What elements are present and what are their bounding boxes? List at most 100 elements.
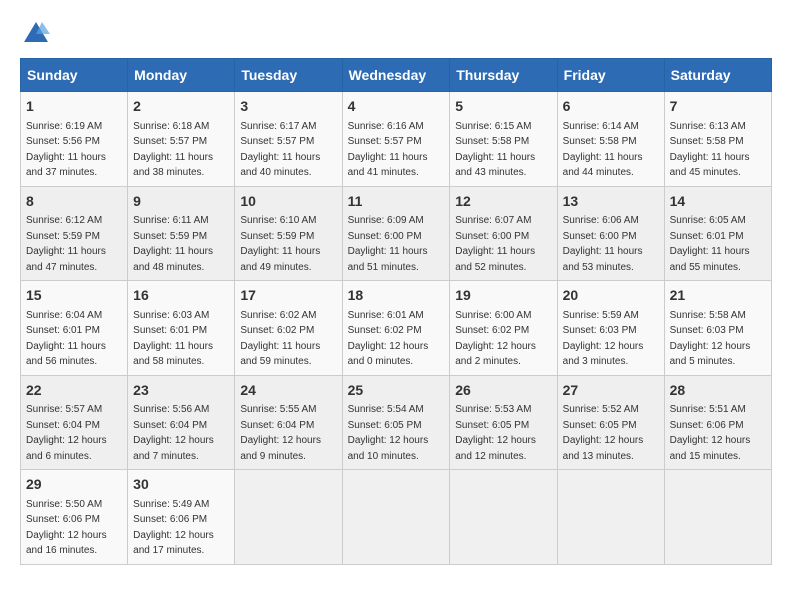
day-number: 15 [26, 286, 122, 306]
calendar-day-cell [450, 470, 557, 565]
day-info: Sunrise: 5:56 AMSunset: 6:04 PMDaylight:… [133, 404, 214, 462]
calendar-day-cell: 8 Sunrise: 6:12 AMSunset: 5:59 PMDayligh… [21, 186, 128, 281]
day-info: Sunrise: 6:12 AMSunset: 5:59 PMDaylight:… [26, 215, 106, 273]
day-info: Sunrise: 6:19 AMSunset: 5:56 PMDaylight:… [26, 121, 106, 179]
day-info: Sunrise: 5:52 AMSunset: 6:05 PMDaylight:… [563, 404, 644, 462]
day-info: Sunrise: 6:05 AMSunset: 6:01 PMDaylight:… [670, 215, 750, 273]
day-number: 23 [133, 381, 229, 401]
calendar-day-cell: 26 Sunrise: 5:53 AMSunset: 6:05 PMDaylig… [450, 375, 557, 470]
calendar-day-cell: 30 Sunrise: 5:49 AMSunset: 6:06 PMDaylig… [128, 470, 235, 565]
weekday-header-friday: Friday [557, 59, 664, 92]
calendar-day-cell: 1 Sunrise: 6:19 AMSunset: 5:56 PMDayligh… [21, 92, 128, 187]
day-info: Sunrise: 6:07 AMSunset: 6:00 PMDaylight:… [455, 215, 535, 273]
day-number: 28 [670, 381, 766, 401]
day-info: Sunrise: 5:54 AMSunset: 6:05 PMDaylight:… [348, 404, 429, 462]
day-info: Sunrise: 5:55 AMSunset: 6:04 PMDaylight:… [240, 404, 321, 462]
calendar-day-cell: 2 Sunrise: 6:18 AMSunset: 5:57 PMDayligh… [128, 92, 235, 187]
day-info: Sunrise: 5:58 AMSunset: 6:03 PMDaylight:… [670, 310, 751, 368]
calendar-day-cell: 13 Sunrise: 6:06 AMSunset: 6:00 PMDaylig… [557, 186, 664, 281]
day-info: Sunrise: 6:14 AMSunset: 5:58 PMDaylight:… [563, 121, 643, 179]
calendar-day-cell: 17 Sunrise: 6:02 AMSunset: 6:02 PMDaylig… [235, 281, 342, 376]
day-number: 18 [348, 286, 445, 306]
calendar-day-cell: 29 Sunrise: 5:50 AMSunset: 6:06 PMDaylig… [21, 470, 128, 565]
day-number: 6 [563, 97, 659, 117]
calendar-day-cell: 12 Sunrise: 6:07 AMSunset: 6:00 PMDaylig… [450, 186, 557, 281]
day-number: 16 [133, 286, 229, 306]
calendar-week-row: 29 Sunrise: 5:50 AMSunset: 6:06 PMDaylig… [21, 470, 772, 565]
day-info: Sunrise: 6:04 AMSunset: 6:01 PMDaylight:… [26, 310, 106, 368]
day-number: 9 [133, 192, 229, 212]
calendar-day-cell: 3 Sunrise: 6:17 AMSunset: 5:57 PMDayligh… [235, 92, 342, 187]
day-number: 21 [670, 286, 766, 306]
day-number: 1 [26, 97, 122, 117]
day-info: Sunrise: 6:13 AMSunset: 5:58 PMDaylight:… [670, 121, 750, 179]
calendar-day-cell: 15 Sunrise: 6:04 AMSunset: 6:01 PMDaylig… [21, 281, 128, 376]
weekday-header-thursday: Thursday [450, 59, 557, 92]
day-number: 12 [455, 192, 551, 212]
calendar-day-cell: 11 Sunrise: 6:09 AMSunset: 6:00 PMDaylig… [342, 186, 450, 281]
day-number: 4 [348, 97, 445, 117]
calendar-day-cell [664, 470, 771, 565]
calendar-header-row: SundayMondayTuesdayWednesdayThursdayFrid… [21, 59, 772, 92]
day-info: Sunrise: 5:59 AMSunset: 6:03 PMDaylight:… [563, 310, 644, 368]
day-number: 5 [455, 97, 551, 117]
day-number: 7 [670, 97, 766, 117]
calendar-day-cell: 10 Sunrise: 6:10 AMSunset: 5:59 PMDaylig… [235, 186, 342, 281]
day-info: Sunrise: 6:11 AMSunset: 5:59 PMDaylight:… [133, 215, 213, 273]
calendar-day-cell: 9 Sunrise: 6:11 AMSunset: 5:59 PMDayligh… [128, 186, 235, 281]
day-info: Sunrise: 6:02 AMSunset: 6:02 PMDaylight:… [240, 310, 320, 368]
calendar-day-cell: 23 Sunrise: 5:56 AMSunset: 6:04 PMDaylig… [128, 375, 235, 470]
day-info: Sunrise: 5:50 AMSunset: 6:06 PMDaylight:… [26, 499, 107, 557]
calendar-week-row: 22 Sunrise: 5:57 AMSunset: 6:04 PMDaylig… [21, 375, 772, 470]
day-info: Sunrise: 5:57 AMSunset: 6:04 PMDaylight:… [26, 404, 107, 462]
day-info: Sunrise: 6:06 AMSunset: 6:00 PMDaylight:… [563, 215, 643, 273]
calendar-day-cell: 4 Sunrise: 6:16 AMSunset: 5:57 PMDayligh… [342, 92, 450, 187]
day-info: Sunrise: 6:10 AMSunset: 5:59 PMDaylight:… [240, 215, 320, 273]
day-info: Sunrise: 6:09 AMSunset: 6:00 PMDaylight:… [348, 215, 428, 273]
day-info: Sunrise: 6:00 AMSunset: 6:02 PMDaylight:… [455, 310, 536, 368]
day-info: Sunrise: 5:53 AMSunset: 6:05 PMDaylight:… [455, 404, 536, 462]
day-number: 3 [240, 97, 336, 117]
day-number: 11 [348, 192, 445, 212]
calendar-week-row: 8 Sunrise: 6:12 AMSunset: 5:59 PMDayligh… [21, 186, 772, 281]
day-info: Sunrise: 6:18 AMSunset: 5:57 PMDaylight:… [133, 121, 213, 179]
calendar-day-cell: 5 Sunrise: 6:15 AMSunset: 5:58 PMDayligh… [450, 92, 557, 187]
day-number: 25 [348, 381, 445, 401]
logo [20, 20, 50, 48]
calendar-day-cell: 25 Sunrise: 5:54 AMSunset: 6:05 PMDaylig… [342, 375, 450, 470]
calendar-week-row: 1 Sunrise: 6:19 AMSunset: 5:56 PMDayligh… [21, 92, 772, 187]
day-number: 29 [26, 475, 122, 495]
day-number: 22 [26, 381, 122, 401]
calendar-table: SundayMondayTuesdayWednesdayThursdayFrid… [20, 58, 772, 565]
weekday-header-sunday: Sunday [21, 59, 128, 92]
day-info: Sunrise: 5:51 AMSunset: 6:06 PMDaylight:… [670, 404, 751, 462]
calendar-day-cell: 7 Sunrise: 6:13 AMSunset: 5:58 PMDayligh… [664, 92, 771, 187]
day-number: 13 [563, 192, 659, 212]
calendar-day-cell: 16 Sunrise: 6:03 AMSunset: 6:01 PMDaylig… [128, 281, 235, 376]
calendar-week-row: 15 Sunrise: 6:04 AMSunset: 6:01 PMDaylig… [21, 281, 772, 376]
day-number: 14 [670, 192, 766, 212]
day-info: Sunrise: 6:17 AMSunset: 5:57 PMDaylight:… [240, 121, 320, 179]
day-info: Sunrise: 6:01 AMSunset: 6:02 PMDaylight:… [348, 310, 429, 368]
day-number: 8 [26, 192, 122, 212]
day-info: Sunrise: 5:49 AMSunset: 6:06 PMDaylight:… [133, 499, 214, 557]
day-number: 10 [240, 192, 336, 212]
day-info: Sunrise: 6:16 AMSunset: 5:57 PMDaylight:… [348, 121, 428, 179]
day-number: 19 [455, 286, 551, 306]
calendar-day-cell [235, 470, 342, 565]
day-number: 30 [133, 475, 229, 495]
calendar-day-cell [557, 470, 664, 565]
day-number: 27 [563, 381, 659, 401]
day-info: Sunrise: 6:03 AMSunset: 6:01 PMDaylight:… [133, 310, 213, 368]
calendar-day-cell: 24 Sunrise: 5:55 AMSunset: 6:04 PMDaylig… [235, 375, 342, 470]
calendar-day-cell: 27 Sunrise: 5:52 AMSunset: 6:05 PMDaylig… [557, 375, 664, 470]
calendar-day-cell: 14 Sunrise: 6:05 AMSunset: 6:01 PMDaylig… [664, 186, 771, 281]
page-header [20, 20, 772, 48]
calendar-day-cell: 6 Sunrise: 6:14 AMSunset: 5:58 PMDayligh… [557, 92, 664, 187]
day-number: 26 [455, 381, 551, 401]
calendar-day-cell: 18 Sunrise: 6:01 AMSunset: 6:02 PMDaylig… [342, 281, 450, 376]
calendar-day-cell: 19 Sunrise: 6:00 AMSunset: 6:02 PMDaylig… [450, 281, 557, 376]
day-info: Sunrise: 6:15 AMSunset: 5:58 PMDaylight:… [455, 121, 535, 179]
day-number: 20 [563, 286, 659, 306]
weekday-header-monday: Monday [128, 59, 235, 92]
